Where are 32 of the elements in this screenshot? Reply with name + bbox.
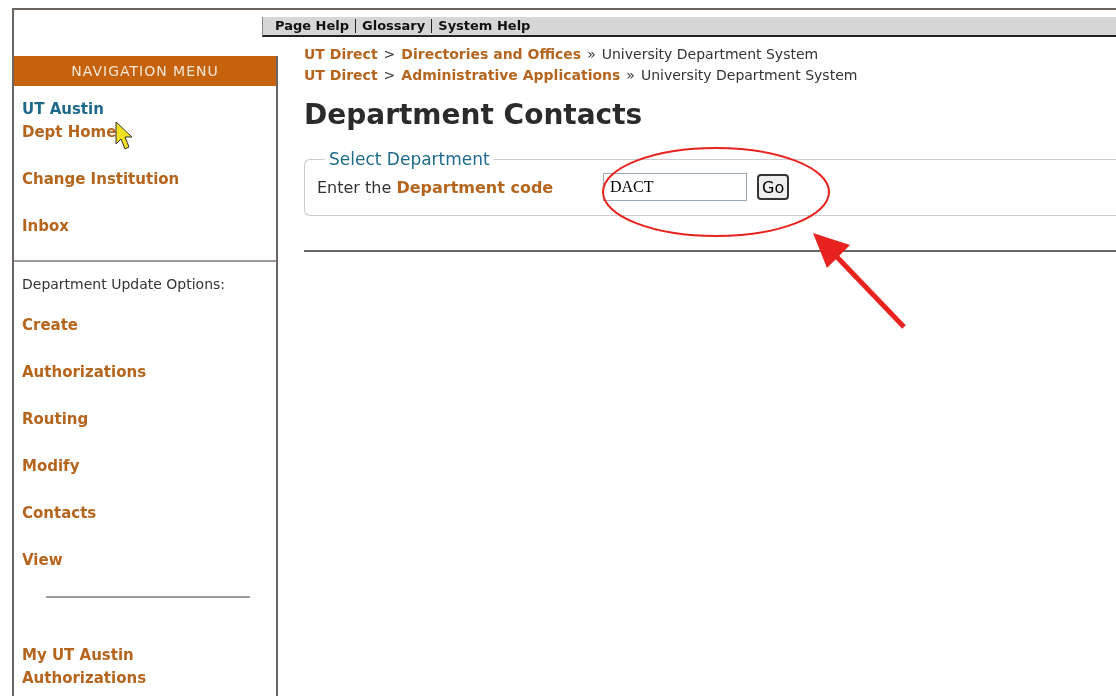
nav-link[interactable]: Create: [14, 314, 200, 337]
breadcrumb-separator: >: [383, 46, 396, 62]
navigation-menu-header: NAVIGATION MENU: [14, 56, 276, 86]
nav-link[interactable]: Contacts: [14, 502, 200, 525]
page-title: Department Contacts: [304, 98, 644, 131]
field-label: Enter the Department code: [317, 177, 555, 197]
breadcrumb-separator: >: [383, 67, 396, 83]
nav-link[interactable]: UT Austin: [14, 98, 200, 121]
department-code-field[interactable]: DACT: [603, 173, 747, 201]
breadcrumb-current: University Department System: [640, 67, 858, 83]
nav-link[interactable]: Change Institution: [14, 168, 200, 191]
breadcrumb-separator: »: [626, 67, 635, 83]
breadcrumb-link[interactable]: UT Direct: [304, 67, 378, 83]
nav-link[interactable]: My UT Austin Authorizations: [14, 644, 200, 690]
nav-link[interactable]: Modify: [14, 455, 200, 478]
help-link[interactable]: Glossary: [355, 19, 432, 33]
nav-link[interactable]: Authorizations: [14, 361, 200, 384]
nav-link[interactable]: Routing: [14, 408, 200, 431]
breadcrumb-current: University Department System: [601, 46, 819, 62]
panel-legend: Select Department: [325, 149, 494, 169]
nav-section-label: Department Update Options:: [21, 276, 227, 292]
breadcrumb-link[interactable]: Directories and Offices: [401, 46, 582, 62]
breadcrumb-separator: »: [587, 46, 596, 62]
help-link[interactable]: System Help: [431, 19, 537, 33]
nav-link[interactable]: Inbox: [14, 215, 200, 238]
nav-link[interactable]: Dept Home: [14, 121, 200, 144]
breadcrumb-link[interactable]: UT Direct: [304, 46, 378, 62]
go-button[interactable]: Go: [757, 174, 790, 200]
nav-link[interactable]: View: [14, 549, 200, 572]
help-link[interactable]: Page Help: [269, 19, 356, 33]
mouse-pointer-icon: [115, 121, 133, 150]
breadcrumb-link[interactable]: Administrative Applications: [401, 67, 621, 83]
